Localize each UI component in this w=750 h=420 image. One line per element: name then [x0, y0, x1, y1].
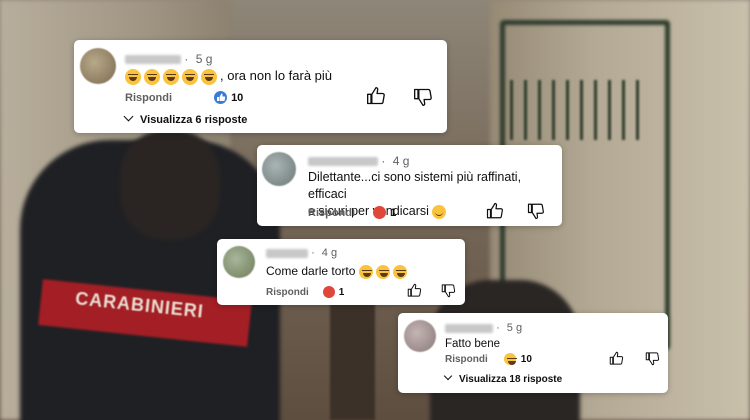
reply-button[interactable]: Rispondi: [266, 287, 309, 298]
background-gate-bars: [510, 80, 650, 140]
background-door: [330, 290, 375, 420]
thumbs-up-icon[interactable]: [366, 86, 386, 106]
blurred-username: [445, 323, 493, 333]
comment-card: · 4 g Dilettante...ci sono sistemi più r…: [257, 145, 562, 226]
comment-meta: · 4 g: [266, 247, 337, 259]
smiling-emoji-icon: [432, 204, 447, 219]
angry-icon: [373, 206, 387, 219]
comment-card: · 5 g Fatto bene Rispondi 10 Visualizza …: [398, 313, 668, 393]
laugh-emoji-icon: [201, 68, 217, 85]
thumbs-up-icon[interactable]: [609, 351, 624, 366]
laugh-emoji-icon: [392, 264, 407, 279]
view-replies-button[interactable]: Visualizza 18 risposte: [443, 371, 562, 385]
avatar: [80, 48, 116, 84]
comment-text: Come darle torto: [266, 262, 410, 280]
view-replies-button[interactable]: Visualizza 6 risposte: [123, 111, 247, 126]
comment-age: 4 g: [392, 154, 410, 168]
laugh-emoji-icon: [144, 68, 160, 85]
angry-icon: [322, 286, 335, 298]
thumbs-down-icon[interactable]: [413, 87, 433, 107]
laugh-emoji-icon: [375, 264, 390, 279]
comment-actions: Rispondi 10: [445, 353, 532, 365]
comment-actions: Rispondi 1: [266, 286, 344, 298]
avatar: [262, 152, 296, 186]
comment-text: Fatto bene: [445, 338, 500, 350]
comment-age: 5 g: [506, 322, 523, 334]
chevron-down-icon: [123, 111, 134, 122]
comment-actions: Rispondi 10: [125, 91, 243, 104]
laugh-emoji-icon: [182, 68, 198, 85]
thumbs-down-icon[interactable]: [527, 202, 545, 220]
carabiniere-cap: [120, 130, 220, 240]
reaction-summary[interactable]: 1: [373, 206, 396, 219]
laugh-emoji-icon: [125, 68, 141, 85]
laugh-emoji-icon: [163, 68, 179, 85]
avatar: [404, 320, 436, 352]
blurred-username: [308, 157, 378, 167]
comment-age: 4 g: [321, 247, 338, 259]
chevron-down-icon: [443, 371, 453, 381]
thumbs-down-icon[interactable]: [645, 351, 660, 366]
reply-button[interactable]: Rispondi: [445, 354, 488, 365]
reply-button[interactable]: Rispondi: [125, 92, 172, 104]
comment-text: , ora non lo farà più: [125, 67, 332, 85]
thumbs-up-icon[interactable]: [407, 283, 422, 298]
reaction-summary[interactable]: 10: [503, 353, 532, 365]
thumbs-down-icon[interactable]: [441, 283, 456, 298]
avatar: [223, 246, 255, 278]
reaction-count: 1: [390, 206, 397, 219]
comment-meta: · 5 g: [445, 322, 522, 334]
reaction-summary[interactable]: 10: [214, 91, 243, 104]
laugh-emoji-icon: [358, 264, 373, 279]
comment-meta: · 4 g: [308, 154, 409, 168]
comment-card: · 4 g Come darle torto Rispondi 1: [217, 239, 465, 305]
blurred-username: [125, 55, 181, 65]
comment-meta: · 5 g: [125, 52, 212, 66]
thumbs-up-icon[interactable]: [486, 202, 504, 220]
reaction-summary[interactable]: 1: [322, 286, 345, 298]
like-icon: [214, 91, 228, 104]
comment-actions: Rispondi 1: [308, 206, 396, 219]
laugh-icon: [503, 353, 517, 365]
reaction-count: 10: [231, 91, 244, 104]
reaction-count: 10: [520, 353, 532, 365]
comment-card: · 5 g , ora non lo farà più Rispondi 10 …: [74, 40, 447, 133]
blurred-username: [266, 248, 308, 258]
comment-age: 5 g: [195, 52, 213, 66]
reply-button[interactable]: Rispondi: [308, 207, 355, 219]
reaction-count: 1: [338, 286, 345, 298]
